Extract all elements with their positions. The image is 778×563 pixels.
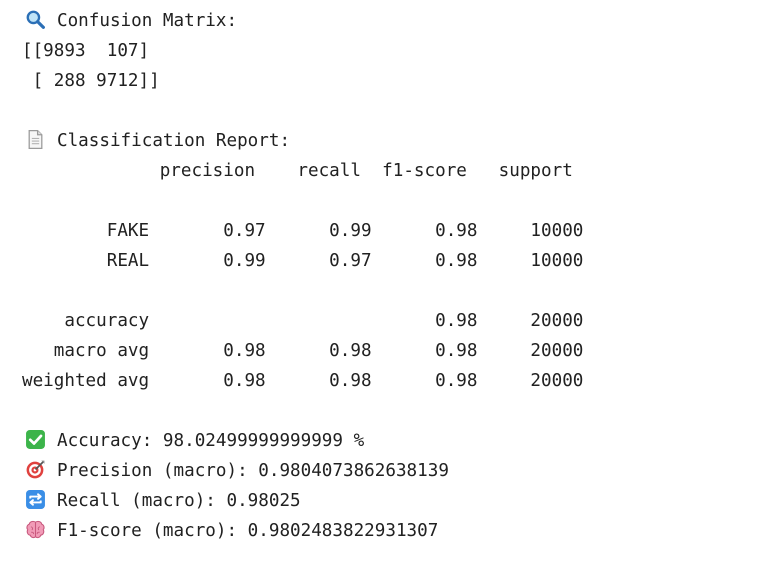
report-row-real: REAL 0.99 0.97 0.98 10000 [22,251,584,271]
metric-accuracy-text: Accuracy: 98.02499999999999 % [57,431,365,451]
metric-recall-text: Recall (macro): 0.98025 [57,491,301,511]
report-row-macro-avg: macro avg 0.98 0.98 0.98 20000 [22,341,584,361]
metric-precision-text: Precision (macro): 0.9804073862638139 [57,461,449,481]
metric-f1-score-text: F1-score (macro): 0.9802483822931307 [57,521,439,541]
repeat-arrows-icon [25,489,46,510]
page-document-icon [25,129,46,150]
cell-output: Confusion Matrix: [[9893 107] [ 288 9712]… [22,6,583,546]
metric-f1-score: F1-score (macro): 0.9802483822931307 [22,516,583,546]
direct-hit-target-icon [25,459,46,480]
brain-icon [25,519,46,540]
confusion-matrix-row: [ 288 9712]] [22,71,160,91]
check-mark-button-icon [25,429,46,450]
report-column-headers: precision recall f1-score support [22,161,573,181]
metric-accuracy: Accuracy: 98.02499999999999 % [22,426,583,456]
metric-recall: Recall (macro): 0.98025 [22,486,583,516]
classification-report-header: Classification Report: [22,126,583,156]
report-row-accuracy: accuracy 0.98 20000 [22,311,584,331]
report-row-weighted-avg: weighted avg 0.98 0.98 0.98 20000 [22,371,584,391]
magnifying-glass-icon [25,9,46,30]
metric-precision: Precision (macro): 0.9804073862638139 [22,456,583,486]
confusion-matrix-header: Confusion Matrix: [22,6,583,36]
confusion-matrix-title: Confusion Matrix: [57,11,238,31]
confusion-matrix-row: [[9893 107] [22,41,150,61]
classification-report-title: Classification Report: [57,131,291,151]
report-row-fake: FAKE 0.97 0.99 0.98 10000 [22,221,584,241]
